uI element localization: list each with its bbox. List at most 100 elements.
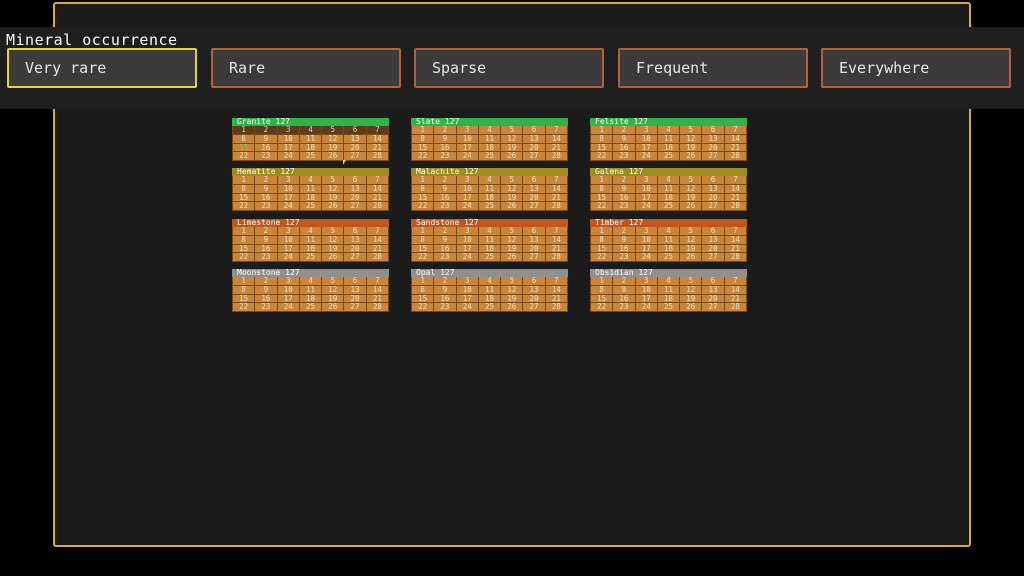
day-cell[interactable]: 6 — [523, 277, 545, 285]
day-cell[interactable]: 20 — [344, 143, 366, 152]
day-cell[interactable]: 19 — [322, 244, 344, 253]
day-cell[interactable]: 5 — [501, 227, 523, 235]
day-cell[interactable]: 12 — [501, 184, 523, 193]
day-cell[interactable]: 14 — [724, 134, 746, 143]
day-cell[interactable]: 14 — [545, 235, 567, 244]
day-cell[interactable]: 25 — [478, 202, 501, 210]
day-cell[interactable]: 3 — [277, 277, 299, 285]
day-cell[interactable]: 9 — [255, 184, 277, 193]
day-cell[interactable]: 17 — [635, 143, 657, 152]
day-cell[interactable]: 7 — [724, 227, 746, 235]
option-very-rare-button[interactable]: Very rare — [7, 48, 197, 88]
mineral-card[interactable]: Slate 127 1 2 3 4 5 6 7 8 9 10 11 12 13 14 15 16 17 18 19 20… — [411, 118, 568, 161]
day-cell[interactable]: 15 — [233, 143, 255, 152]
day-cell[interactable]: 5 — [322, 176, 344, 184]
day-cell[interactable]: 8 — [412, 184, 434, 193]
day-cell[interactable]: 19 — [680, 193, 702, 202]
day-cell[interactable]: 17 — [635, 244, 657, 253]
day-cell[interactable]: 13 — [344, 235, 366, 244]
day-cell[interactable]: 15 — [412, 244, 434, 253]
day-cell[interactable]: 27 — [523, 152, 545, 160]
day-cell[interactable]: 8 — [233, 134, 255, 143]
day-cell[interactable]: 19 — [501, 244, 523, 253]
day-cell[interactable]: 8 — [591, 184, 613, 193]
day-cell[interactable]: 9 — [255, 285, 277, 294]
day-cell[interactable]: 8 — [591, 235, 613, 244]
day-cell[interactable]: 5 — [680, 227, 702, 235]
day-cell[interactable]: 16 — [434, 244, 456, 253]
day-cell[interactable]: 25 — [657, 303, 680, 311]
day-cell[interactable]: 18 — [299, 244, 322, 253]
day-cell[interactable]: 18 — [657, 143, 680, 152]
day-cell[interactable]: 12 — [680, 184, 702, 193]
day-cell[interactable]: 26 — [501, 152, 523, 160]
day-cell[interactable]: 8 — [233, 235, 255, 244]
day-cell[interactable]: 11 — [478, 134, 501, 143]
day-cell[interactable]: 26 — [322, 152, 344, 160]
day-cell[interactable]: 27 — [523, 202, 545, 210]
day-cell[interactable]: 20 — [523, 143, 545, 152]
day-cell[interactable]: 1 — [233, 126, 255, 134]
day-cell[interactable]: 1 — [412, 126, 434, 134]
day-cell[interactable]: 21 — [724, 193, 746, 202]
day-cell[interactable]: 25 — [478, 303, 501, 311]
day-cell[interactable]: 7 — [545, 176, 567, 184]
day-cell[interactable]: 7 — [366, 126, 388, 134]
day-cell[interactable]: 11 — [657, 184, 680, 193]
day-cell[interactable]: 11 — [299, 184, 322, 193]
day-cell[interactable]: 21 — [724, 244, 746, 253]
day-cell[interactable]: 15 — [233, 294, 255, 303]
day-cell[interactable]: 24 — [456, 202, 478, 210]
option-everywhere-button[interactable]: Everywhere — [821, 48, 1011, 88]
day-cell[interactable]: 16 — [434, 143, 456, 152]
day-cell[interactable]: 23 — [613, 152, 635, 160]
day-cell[interactable]: 24 — [635, 253, 657, 261]
day-cell[interactable]: 4 — [478, 277, 501, 285]
day-cell[interactable]: 17 — [635, 193, 657, 202]
day-cell[interactable]: 2 — [255, 277, 277, 285]
day-cell[interactable]: 16 — [613, 244, 635, 253]
day-cell[interactable]: 7 — [724, 176, 746, 184]
mineral-card[interactable]: Opal 127 1 2 3 4 5 6 7 8 9 10 11 12 13 14 15 16 17 18 19 20 2… — [411, 269, 568, 312]
mineral-card[interactable]: Sandstone 127 1 2 3 4 5 6 7 8 9 10 11 12 13 14 15 16 17 18… — [411, 219, 568, 262]
day-cell[interactable]: 4 — [657, 176, 680, 184]
day-cell[interactable]: 2 — [434, 227, 456, 235]
day-cell[interactable]: 27 — [344, 202, 366, 210]
day-cell[interactable]: 20 — [523, 294, 545, 303]
day-cell[interactable]: 25 — [299, 303, 322, 311]
day-cell[interactable]: 27 — [523, 303, 545, 311]
day-cell[interactable]: 10 — [456, 285, 478, 294]
option-sparse-button[interactable]: Sparse — [414, 48, 604, 88]
mineral-card[interactable]: Galena 127 1 2 3 4 5 6 7 8 9 10 11 12 13 14 15 16 17 18 19 2… — [590, 168, 747, 211]
day-cell[interactable]: 27 — [702, 152, 724, 160]
day-cell[interactable]: 26 — [322, 253, 344, 261]
day-cell[interactable]: 23 — [613, 303, 635, 311]
day-cell[interactable]: 22 — [591, 152, 613, 160]
day-cell[interactable]: 2 — [255, 126, 277, 134]
day-cell[interactable]: 22 — [412, 253, 434, 261]
day-cell[interactable]: 25 — [299, 253, 322, 261]
day-cell[interactable]: 20 — [702, 193, 724, 202]
day-cell[interactable]: 17 — [456, 294, 478, 303]
day-cell[interactable]: 9 — [613, 285, 635, 294]
day-cell[interactable]: 12 — [680, 285, 702, 294]
day-cell[interactable]: 8 — [412, 285, 434, 294]
day-cell[interactable]: 14 — [545, 184, 567, 193]
day-cell[interactable]: 2 — [613, 126, 635, 134]
day-cell[interactable]: 10 — [635, 184, 657, 193]
day-cell[interactable]: 19 — [501, 143, 523, 152]
day-cell[interactable]: 12 — [501, 235, 523, 244]
day-cell[interactable]: 8 — [233, 285, 255, 294]
day-cell[interactable]: 18 — [478, 244, 501, 253]
day-cell[interactable]: 2 — [434, 277, 456, 285]
day-cell[interactable]: 26 — [680, 202, 702, 210]
day-cell[interactable]: 6 — [702, 227, 724, 235]
day-cell[interactable]: 9 — [613, 134, 635, 143]
day-cell[interactable]: 20 — [702, 143, 724, 152]
day-cell[interactable]: 27 — [702, 253, 724, 261]
day-cell[interactable]: 22 — [412, 202, 434, 210]
day-cell[interactable]: 1 — [591, 277, 613, 285]
day-cell[interactable]: 25 — [657, 202, 680, 210]
day-cell[interactable]: 18 — [657, 244, 680, 253]
day-cell[interactable]: 7 — [724, 277, 746, 285]
